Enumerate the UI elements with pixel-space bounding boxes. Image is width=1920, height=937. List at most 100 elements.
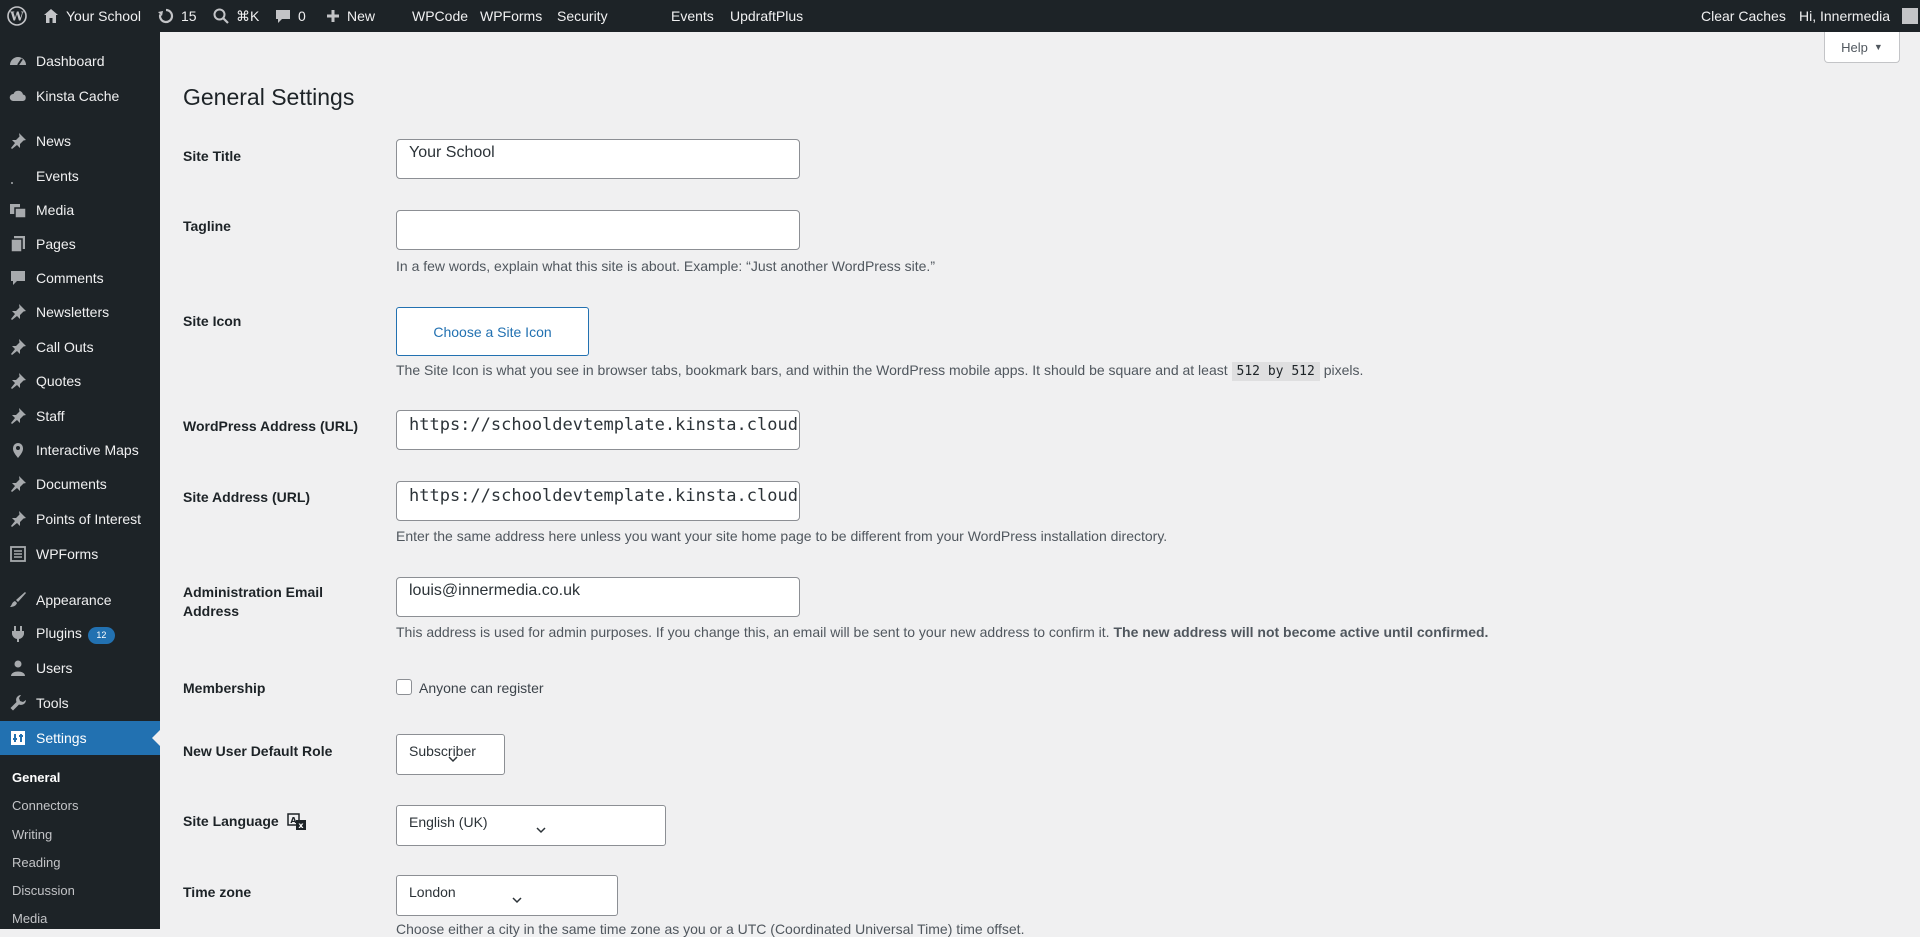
anyone-can-register-checkbox[interactable] (396, 679, 412, 695)
sidebar-item-newsletters[interactable]: Newsletters (0, 295, 160, 329)
sidebar-item-comments[interactable]: Comments (0, 261, 160, 295)
tagline-label: Tagline (183, 218, 231, 234)
site-icon-description: The Site Icon is what you see in browser… (396, 362, 1364, 381)
sidebar-item-events[interactable]: Events (0, 159, 160, 193)
greeting: Hi, Innermedia (1799, 8, 1891, 24)
wordpress-address-label: WordPress Address (URL) (183, 418, 359, 434)
pin-icon (8, 337, 28, 357)
admin-bar-link-updraftplus[interactable]: UpdraftPlus (730, 0, 803, 32)
site-language-select[interactable]: English (UK) (396, 805, 666, 846)
sidebar-item-media[interactable]: Media (0, 193, 160, 227)
submenu-item-media[interactable]: Media (12, 911, 47, 926)
sidebar-item-appearance[interactable]: Appearance (0, 583, 160, 617)
sidebar-item-plugins[interactable]: Plugins 12 (0, 617, 160, 651)
updates-icon (158, 8, 174, 24)
site-address-input[interactable]: https://schooldevtemplate.kinsta.cloud (396, 481, 800, 521)
admin-bar-link-wpcode[interactable]: WPCode (412, 0, 468, 32)
location-icon (8, 440, 28, 460)
choose-site-icon-button[interactable]: Choose a Site Icon (396, 307, 589, 356)
admin-bar: W Your School 15 ⌘K 0 New WPCode WPForms… (0, 0, 1920, 32)
plugin-icon (8, 624, 28, 644)
timezone-label: Time zone (183, 884, 252, 900)
plugins-label: Plugins (36, 624, 82, 641)
site-title-input[interactable]: Your School (396, 139, 800, 179)
anyone-can-register-label[interactable]: Anyone can register (419, 680, 544, 696)
timezone-select[interactable]: London (396, 875, 618, 916)
help-tab-button[interactable]: Help ▼ (1824, 32, 1900, 63)
pin-icon (8, 302, 28, 322)
pages-icon (8, 234, 28, 254)
dashboard-icon (8, 51, 28, 71)
events-icon (8, 166, 28, 186)
submenu-item-writing[interactable]: Writing (12, 827, 52, 842)
avatar (1902, 8, 1919, 24)
comments-link[interactable]: 0 (274, 0, 306, 32)
admin-email-input[interactable]: louis@innermedia.co.uk (396, 577, 800, 617)
submenu-item-reading[interactable]: Reading (12, 855, 60, 870)
pin-icon (8, 406, 28, 426)
site-icon-label: Site Icon (183, 313, 242, 329)
sidebar-item-dashboard[interactable]: Dashboard (0, 44, 160, 78)
clear-caches-link[interactable]: Clear Caches (1701, 0, 1786, 32)
comment-icon (276, 10, 290, 23)
users-icon (8, 658, 28, 678)
brush-icon (8, 590, 28, 610)
chevron-down-icon (512, 897, 522, 904)
sidebar-item-tools[interactable]: Tools (0, 686, 160, 720)
svg-text:W: W (9, 10, 24, 24)
pin-icon (8, 509, 28, 529)
admin-bar-link-wpforms[interactable]: WPForms (480, 0, 542, 32)
submenu-item-connectors[interactable]: Connectors (12, 798, 78, 813)
sidebar-item-news[interactable]: News (0, 124, 160, 158)
sidebar-item-staff[interactable]: Staff (0, 399, 160, 433)
sidebar-item-documents[interactable]: Documents (0, 467, 160, 501)
submenu-item-general[interactable]: General (12, 770, 60, 785)
caret-down-icon: ▼ (1873, 42, 1883, 52)
timezone-description: Choose either a city in the same time zo… (396, 921, 1025, 937)
forms-icon (8, 544, 28, 564)
default-role-select[interactable]: Subscriber (396, 734, 505, 775)
site-name-link[interactable]: Your School (42, 0, 141, 32)
page-title: General Settings (183, 84, 355, 110)
wordpress-logo-icon[interactable]: W (7, 0, 27, 32)
sidebar-item-settings[interactable]: Settings (0, 721, 160, 755)
membership-label: Membership (183, 680, 266, 696)
site-language-label-row: Site Language Ax (183, 812, 307, 831)
sidebar-item-kinsta-cache[interactable]: Kinsta Cache (0, 79, 160, 113)
chevron-down-icon (448, 756, 458, 763)
tagline-input[interactable] (396, 210, 800, 250)
plugins-update-badge: 12 (87, 626, 115, 644)
admin-email-label: Administration Email Address (183, 584, 324, 619)
search-shortcut: ⌘K (236, 7, 260, 24)
settings-icon (8, 728, 28, 748)
help-label: Help (1841, 39, 1868, 55)
svg-text:x: x (298, 821, 304, 830)
new-content-link[interactable]: New (325, 0, 375, 32)
tagline-description: In a few words, explain what this site i… (396, 258, 935, 274)
sidebar-item-wpforms[interactable]: WPForms (0, 537, 160, 571)
submenu-item-discussion[interactable]: Discussion (12, 883, 75, 898)
sidebar-item-interactive-maps[interactable]: Interactive Maps (0, 433, 160, 467)
my-account-link[interactable]: Hi, Innermedia (1799, 0, 1919, 32)
admin-sidebar: Dashboard Kinsta Cache News Events Media… (0, 32, 160, 929)
site-name: Your School (66, 8, 141, 24)
admin-bar-link-security[interactable]: Security (557, 0, 608, 32)
pin-icon (8, 371, 28, 391)
updates-link[interactable]: 15 (157, 0, 197, 32)
home-icon (44, 9, 58, 23)
search-link[interactable]: ⌘K (212, 0, 259, 32)
sidebar-item-call-outs[interactable]: Call Outs (0, 330, 160, 364)
pin-icon (8, 474, 28, 494)
sidebar-item-quotes[interactable]: Quotes (0, 364, 160, 398)
translation-icon: Ax (286, 812, 306, 830)
cloud-icon (8, 86, 28, 106)
admin-email-description: This address is used for admin purposes.… (396, 624, 1489, 640)
site-address-description: Enter the same address here unless you w… (396, 528, 1168, 544)
site-address-label: Site Address (URL) (183, 489, 311, 505)
sidebar-item-users[interactable]: Users (0, 651, 160, 685)
admin-bar-link-events[interactable]: Events (671, 0, 714, 32)
sidebar-item-points-of-interest[interactable]: Points of Interest (0, 502, 160, 536)
sidebar-item-pages[interactable]: Pages (0, 227, 160, 261)
wordpress-address-input[interactable]: https://schooldevtemplate.kinsta.cloud (396, 410, 800, 450)
wrench-icon (8, 693, 28, 713)
